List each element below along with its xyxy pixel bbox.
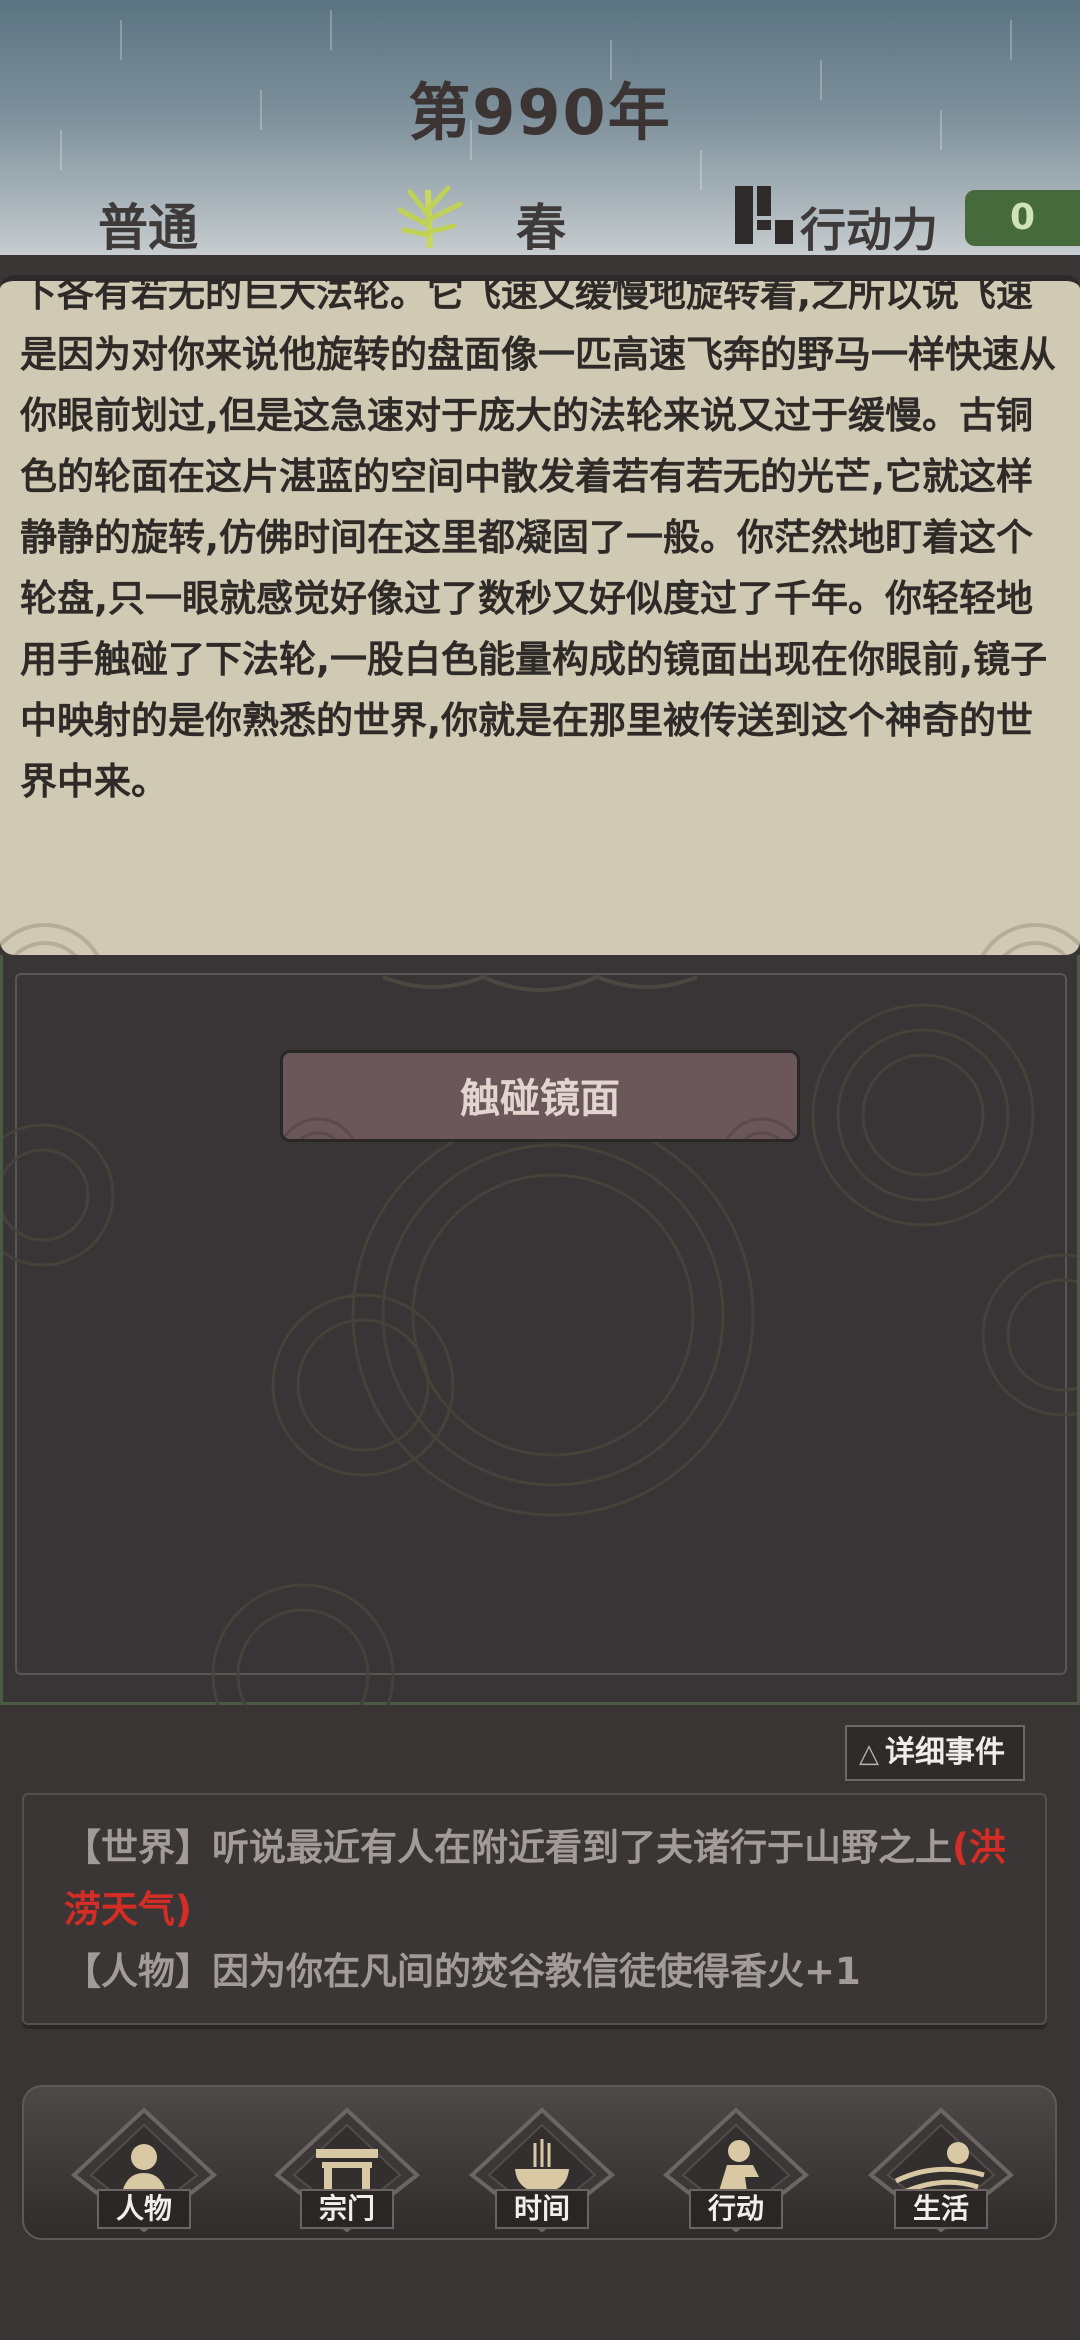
story-text: 下各有若无的巨大法轮。它飞速又缓慢地旋转着,之所以说飞速是因为对你来说他旋转的盘… [20, 275, 1056, 803]
cloud-ornament-icon [980, 923, 1080, 955]
bottom-navigation: 人物 宗门 时间 行动 生活 [22, 2085, 1057, 2240]
nav-item-sect[interactable]: 宗门 [272, 2105, 422, 2235]
event-log-text: 【世界】听说最近有人在附近看到了夫诸行于山野之上(洪涝天气) 【人物】因为你在凡间… [64, 1817, 1024, 2003]
cloud-ornament-icon [725, 1117, 797, 1139]
cloud-ornament-icon [0, 923, 100, 955]
detail-events-label: 详细事件 [885, 1735, 1005, 1770]
event-log-panel: 【世界】听说最近有人在附近看到了夫诸行于山野之上(洪涝天气) 【人物】因为你在凡间… [22, 1793, 1047, 2025]
nav-label-time: 时间 [495, 2189, 589, 2229]
world-event-text: 【世界】听说最近有人在附近看到了夫诸行于山野之上 [64, 1826, 952, 1869]
nav-item-action[interactable]: 行动 [661, 2105, 811, 2235]
nav-item-life[interactable]: 生活 [866, 2105, 1016, 2235]
cloud-ornament-icon [283, 1117, 355, 1139]
top-status-bar: 第990年 普通 春 行动力 0 [0, 0, 1080, 255]
year-title: 第990年 [408, 76, 672, 149]
character-event-text: 【人物】因为你在凡间的焚谷教信徒使得香火+1 [64, 1950, 861, 1993]
action-points-label: 行动力 [800, 203, 938, 255]
detail-events-button[interactable]: △ 详细事件 [845, 1725, 1025, 1781]
nav-item-character[interactable]: 人物 [69, 2105, 219, 2235]
nav-label-character: 人物 [97, 2189, 191, 2229]
touch-mirror-button-label: 触碰镜面 [460, 1076, 620, 1122]
nav-label-life: 生活 [894, 2189, 988, 2229]
action-points-icon [735, 186, 793, 244]
difficulty-label: 普通 [98, 199, 198, 255]
nav-label-sect: 宗门 [300, 2189, 394, 2229]
nav-label-action: 行动 [689, 2189, 783, 2229]
touch-mirror-button[interactable]: 触碰镜面 [280, 1050, 800, 1142]
bamboo-icon [397, 185, 463, 249]
triangle-up-icon: △ [859, 1739, 879, 1769]
season-label: 春 [516, 199, 566, 255]
action-points-value: 0 [965, 190, 1080, 246]
nav-item-time[interactable]: 时间 [467, 2105, 617, 2235]
story-panel: 下各有若无的巨大法轮。它飞速又缓慢地旋转着,之所以说飞速是因为对你来说他旋转的盘… [0, 275, 1080, 955]
